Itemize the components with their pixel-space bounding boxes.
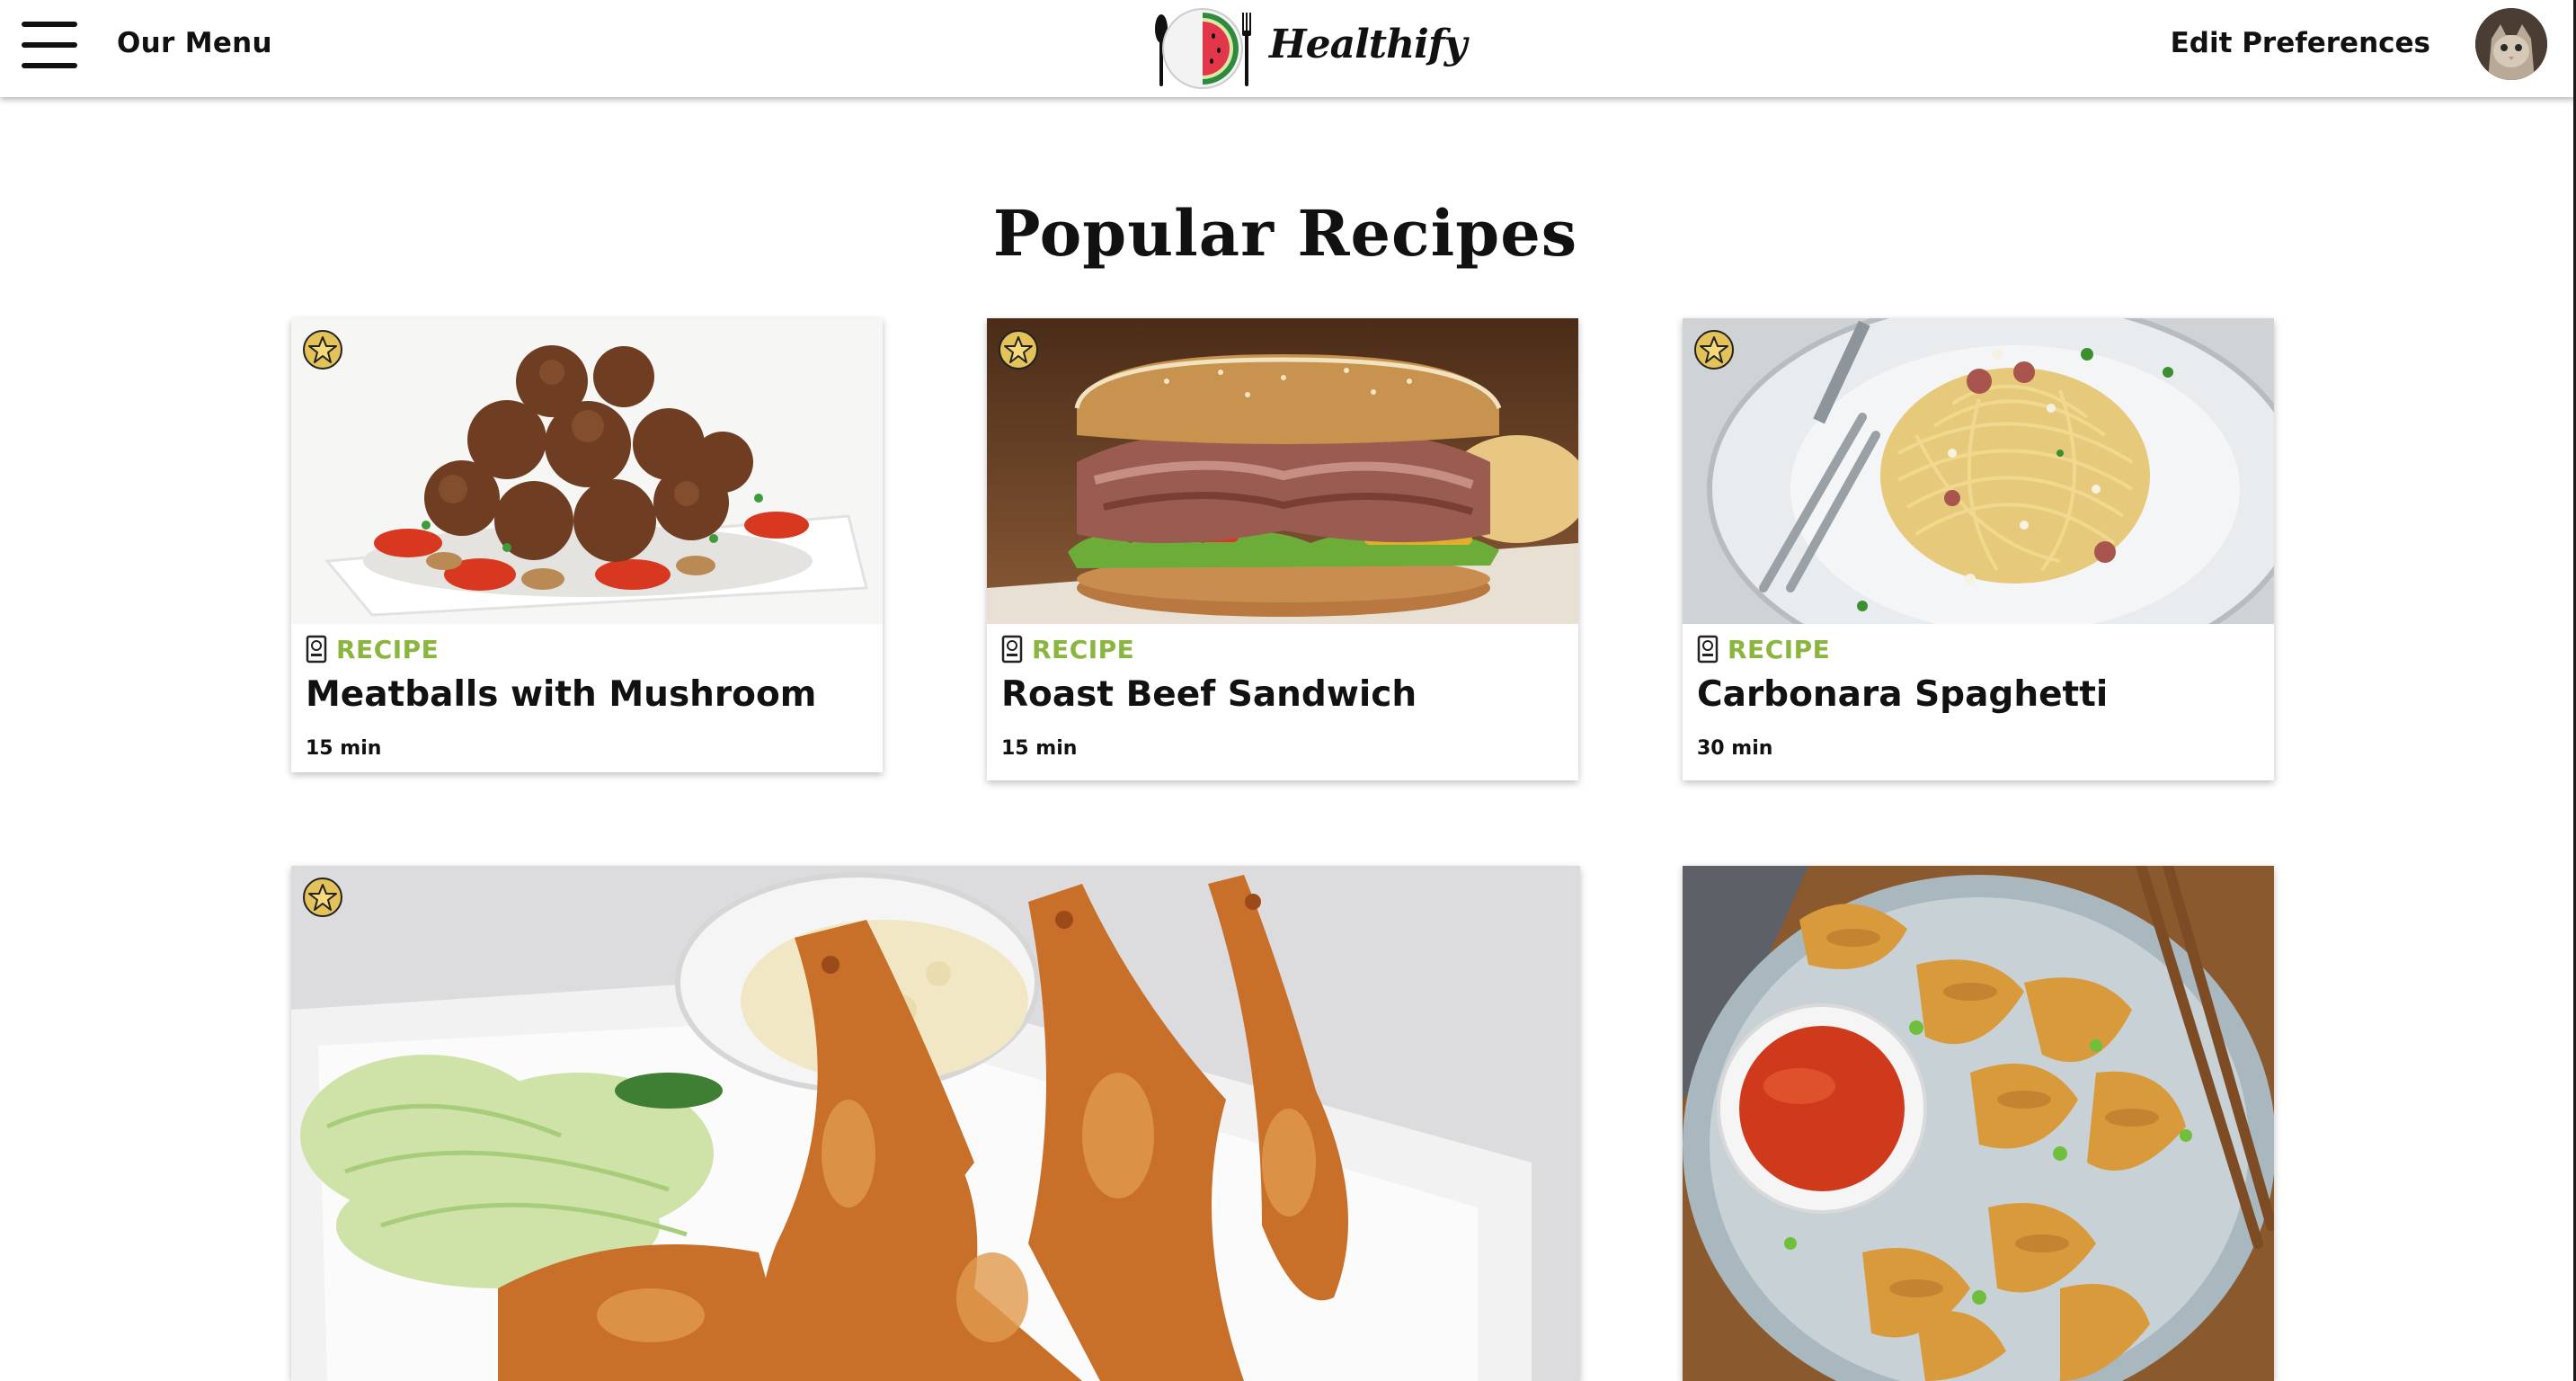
- recipe-type-label: RECIPE: [336, 634, 440, 664]
- recipe-card-meatballs[interactable]: RECIPE Meatballs with Mushroom 15 min: [291, 318, 883, 772]
- recipe-time: 30 min: [1697, 737, 1773, 760]
- recipe-title[interactable]: Carbonara Spaghetti: [1697, 674, 2108, 715]
- recipe-time: 15 min: [306, 737, 382, 760]
- plate-watermelon-logo-icon: [1155, 8, 1251, 89]
- recipe-card-carbonara-spaghetti[interactable]: RECIPE Carbonara Spaghetti 30 min: [1683, 318, 2274, 780]
- cat-avatar-icon: [2475, 8, 2547, 80]
- recipe-type-badge: RECIPE: [306, 633, 439, 665]
- our-menu-link[interactable]: Our Menu: [117, 27, 272, 59]
- recipe-type-label: RECIPE: [1032, 634, 1135, 664]
- dumplings-photo: [1683, 866, 2274, 1381]
- page-title: Popular Recipes: [992, 196, 1578, 271]
- favorite-star-icon[interactable]: [302, 329, 343, 370]
- user-avatar[interactable]: [2475, 8, 2547, 80]
- recipe-type-badge: RECIPE: [1697, 633, 1830, 665]
- recipe-book-icon: [306, 635, 327, 664]
- favorite-star-icon[interactable]: [1693, 329, 1735, 370]
- meatballs-photo: [291, 318, 883, 624]
- recipe-type-label: RECIPE: [1728, 634, 1831, 664]
- recipe-title[interactable]: Meatballs with Mushroom: [306, 674, 816, 715]
- sandwich-photo: [987, 318, 1578, 624]
- spaghetti-photo: [1683, 318, 2274, 624]
- hamburger-menu-icon[interactable]: [22, 22, 77, 68]
- favorite-star-icon[interactable]: [998, 329, 1039, 370]
- recipe-type-badge: RECIPE: [1001, 633, 1134, 665]
- healthify-logo[interactable]: Healthify: [1152, 4, 1467, 94]
- recipe-card-roast-beef-sandwich[interactable]: RECIPE Roast Beef Sandwich 15 min: [987, 318, 1578, 780]
- recipe-book-icon: [1001, 635, 1023, 664]
- featured-card-fried-shrimp[interactable]: [291, 866, 1580, 1381]
- recipe-title[interactable]: Roast Beef Sandwich: [1001, 674, 1417, 715]
- favorite-star-icon[interactable]: [302, 877, 343, 918]
- edit-preferences-link[interactable]: Edit Preferences: [2171, 27, 2430, 59]
- featured-card-dumplings[interactable]: [1683, 866, 2274, 1381]
- top-navigation-bar: Our Menu Healthify Edit Preferences: [0, 0, 2576, 97]
- fried-shrimp-photo: [291, 866, 1580, 1381]
- recipe-book-icon: [1697, 635, 1719, 664]
- brand-name: Healthify: [1269, 22, 1467, 67]
- recipe-time: 15 min: [1001, 737, 1078, 760]
